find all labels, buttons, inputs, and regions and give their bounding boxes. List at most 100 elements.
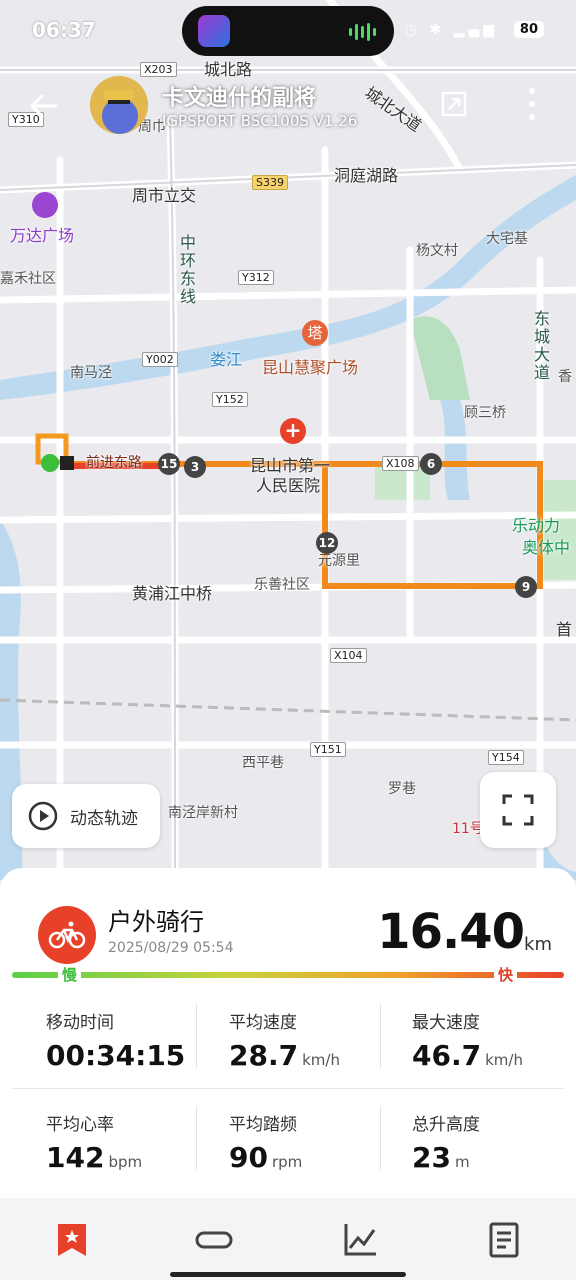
road-code: Y002 bbox=[142, 352, 178, 367]
chart-icon bbox=[344, 1224, 376, 1256]
map-label: 洞庭湖路 bbox=[334, 166, 399, 185]
stat-value: 28.7 bbox=[229, 1039, 299, 1072]
back-arrow-icon[interactable] bbox=[26, 88, 62, 124]
map-label: 前进东路 bbox=[86, 455, 142, 471]
stat-label: 平均速度 bbox=[229, 1013, 297, 1033]
distance-value: 16.40 bbox=[377, 904, 525, 960]
park-green bbox=[410, 316, 470, 400]
road-code: Y154 bbox=[488, 750, 524, 765]
tab-details[interactable] bbox=[484, 1220, 524, 1260]
bottom-tab-bar bbox=[0, 1198, 576, 1280]
hospital-icon: + bbox=[280, 418, 306, 444]
map-label: 乐善社区 bbox=[254, 577, 310, 593]
map-label: 周市立交 bbox=[132, 186, 197, 205]
map-label: 人民医院 bbox=[256, 476, 321, 495]
km-marker: 6 bbox=[420, 453, 442, 475]
home-indicator[interactable] bbox=[170, 1272, 406, 1277]
stat-value: 142 bbox=[46, 1141, 105, 1174]
map-label-poi: 昆山慧聚广场 bbox=[262, 358, 359, 377]
stat-avg-speed: 平均速度 28.7 km/h bbox=[229, 1008, 399, 1072]
km-marker: 9 bbox=[515, 576, 537, 598]
share-icon[interactable] bbox=[440, 90, 468, 118]
sport-type: 户外骑行 bbox=[108, 908, 204, 936]
stat-max-speed: 最大速度 46.7 km/h bbox=[412, 1008, 576, 1072]
stat-value: 90 bbox=[229, 1141, 268, 1174]
finish-flag bbox=[60, 456, 74, 470]
stat-moving-time: 移动时间 00:34:15 bbox=[46, 1008, 216, 1072]
fast-label: 快 bbox=[494, 964, 518, 985]
stat-unit: rpm bbox=[271, 1153, 303, 1171]
map-label: 东城大道 bbox=[531, 310, 550, 382]
stat-avg-heart-rate: 平均心率 142 bpm bbox=[46, 1110, 216, 1174]
list-icon bbox=[489, 1222, 519, 1258]
tab-bookmark[interactable] bbox=[52, 1220, 92, 1260]
map-label: 南马泾 bbox=[70, 365, 112, 381]
divider bbox=[380, 1004, 381, 1068]
map-label: 娄江 bbox=[210, 350, 243, 369]
map-label: 嘉禾社区 bbox=[0, 271, 56, 287]
map-label: 西平巷 bbox=[242, 755, 284, 771]
cycling-icon bbox=[38, 906, 96, 964]
route-icon bbox=[195, 1231, 233, 1249]
map-label: 杨文村 bbox=[416, 243, 458, 259]
map-label: 大宅基 bbox=[486, 231, 528, 247]
fullscreen-icon bbox=[502, 794, 534, 826]
stat-label: 平均踏频 bbox=[229, 1115, 297, 1135]
map-label: 乐动力 bbox=[512, 516, 561, 535]
dynamic-island bbox=[182, 6, 394, 56]
map-label: 南泾岸新村 bbox=[168, 805, 238, 821]
km-marker: 3 bbox=[184, 456, 206, 478]
battery-indicator: 80 bbox=[513, 21, 544, 38]
shopping-icon bbox=[32, 192, 58, 218]
divider bbox=[380, 1106, 381, 1170]
status-bar: 06:37 ◷ ✱ ▂▄▆ 80 bbox=[0, 0, 576, 60]
tab-route[interactable] bbox=[194, 1220, 234, 1260]
divider bbox=[12, 1088, 564, 1089]
stat-unit: m bbox=[454, 1153, 470, 1171]
start-point bbox=[41, 454, 59, 472]
play-icon bbox=[28, 801, 58, 831]
stat-label: 平均心率 bbox=[46, 1115, 114, 1135]
status-time: 06:37 bbox=[32, 18, 96, 42]
distance-unit: km bbox=[524, 934, 552, 955]
divider bbox=[196, 1106, 197, 1170]
avatar[interactable] bbox=[90, 76, 148, 134]
road-code: S339 bbox=[252, 175, 288, 190]
audio-wave-icon bbox=[349, 23, 376, 41]
stat-label: 最大速度 bbox=[412, 1013, 480, 1033]
km-marker: 12 bbox=[316, 532, 338, 554]
km-marker: 15 bbox=[158, 453, 180, 475]
page-title: 卡文迪什的副将 bbox=[162, 86, 317, 111]
more-icon[interactable] bbox=[528, 88, 536, 120]
road-code: Y151 bbox=[310, 742, 346, 757]
map-label: 首 bbox=[556, 620, 573, 639]
stat-unit: km/h bbox=[302, 1051, 340, 1069]
slow-label: 慢 bbox=[58, 964, 82, 985]
divider bbox=[196, 1004, 197, 1068]
road-code: Y152 bbox=[212, 392, 248, 407]
landmark-icon: 塔 bbox=[302, 320, 328, 346]
stat-value: 23 bbox=[412, 1141, 451, 1174]
device-name: IGPSPORT BSC100S V1.26 bbox=[162, 112, 358, 130]
stat-unit: km/h bbox=[485, 1051, 523, 1069]
map-label: 奥体中 bbox=[522, 538, 571, 557]
map-label: 中环东线 bbox=[177, 234, 196, 306]
activity-date: 2025/08/29 05:54 bbox=[108, 940, 234, 956]
map-label: 黄浦江中桥 bbox=[132, 584, 213, 603]
stat-unit: bpm bbox=[108, 1153, 143, 1171]
map-label: 顾三桥 bbox=[464, 405, 506, 421]
map-label: 香 bbox=[558, 369, 572, 385]
bookmark-icon bbox=[58, 1224, 86, 1256]
rail-line bbox=[0, 698, 576, 722]
stat-label: 移动时间 bbox=[46, 1013, 114, 1033]
road-code: X104 bbox=[330, 648, 367, 663]
fullscreen-button[interactable] bbox=[480, 772, 556, 848]
stat-value: 00:34:15 bbox=[46, 1039, 186, 1072]
activity-summary-panel: 户外骑行 2025/08/29 05:54 16.40 km 慢 快 移动时间 … bbox=[0, 868, 576, 1200]
tab-chart[interactable] bbox=[340, 1220, 380, 1260]
replay-label: 动态轨迹 bbox=[70, 808, 138, 829]
top-bar: 卡文迪什的副将 IGPSPORT BSC100S V1.26 bbox=[0, 70, 576, 140]
replay-track-button[interactable]: 动态轨迹 bbox=[12, 784, 160, 848]
map-label-poi: 万达广场 bbox=[10, 226, 75, 245]
stat-value: 46.7 bbox=[412, 1039, 482, 1072]
